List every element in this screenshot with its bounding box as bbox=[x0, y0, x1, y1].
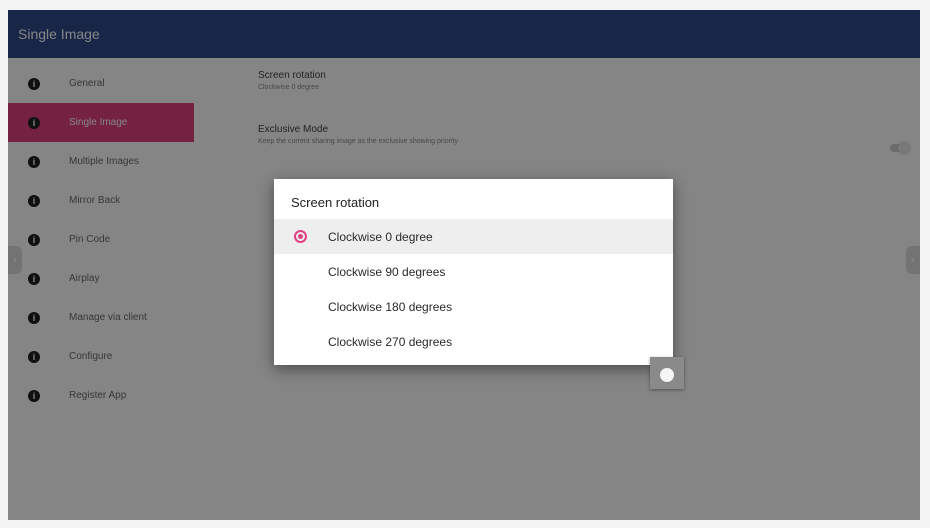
radio-selected-icon bbox=[294, 230, 307, 243]
option-label: Clockwise 90 degrees bbox=[328, 264, 446, 279]
screen-rotation-dialog: Screen rotation Clockwise 0 degree Clock… bbox=[274, 179, 673, 365]
option-clockwise-180[interactable]: Clockwise 180 degrees bbox=[274, 289, 673, 324]
option-clockwise-90[interactable]: Clockwise 90 degrees bbox=[274, 254, 673, 289]
option-clockwise-0[interactable]: Clockwise 0 degree bbox=[274, 219, 673, 254]
dialog-title: Screen rotation bbox=[291, 195, 380, 210]
option-clockwise-270[interactable]: Clockwise 270 degrees bbox=[274, 324, 673, 359]
option-label: Clockwise 0 degree bbox=[328, 229, 433, 244]
floating-touch-button[interactable] bbox=[650, 357, 684, 389]
option-label: Clockwise 180 degrees bbox=[328, 299, 453, 314]
option-label: Clockwise 270 degrees bbox=[328, 334, 453, 349]
